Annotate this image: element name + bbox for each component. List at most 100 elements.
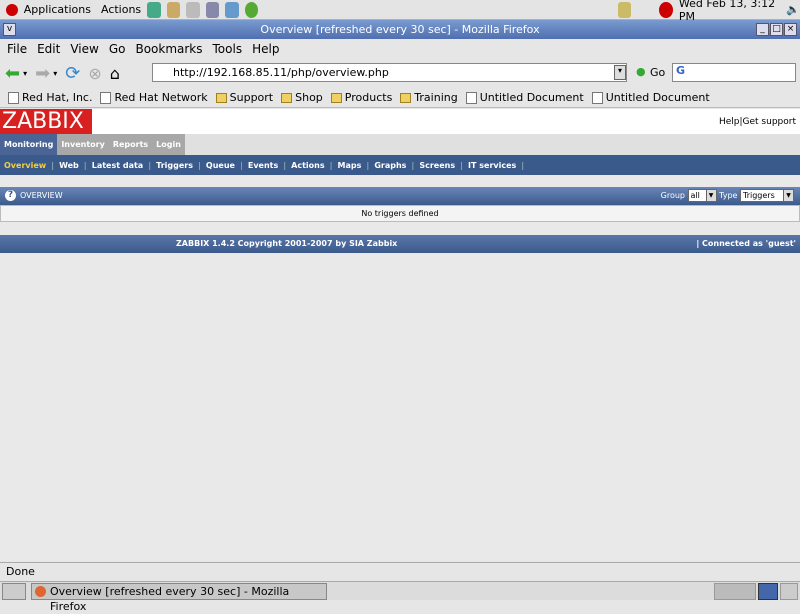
group-select[interactable]: all ▼ [687, 189, 717, 202]
workspace-1[interactable] [758, 583, 778, 600]
keys-icon [617, 1, 632, 18]
bookmark-label: Products [344, 91, 393, 104]
maximize-button[interactable]: □ [770, 23, 783, 36]
close-button[interactable]: × [784, 23, 797, 36]
type-select[interactable]: Triggers ▼ [740, 189, 794, 202]
overview-header: ? OVERVIEW Group all ▼ Type Triggers ▼ [0, 187, 800, 205]
minimize-button[interactable]: _ [756, 23, 769, 36]
subnav-graphs[interactable]: Graphs [374, 161, 406, 170]
stop-icon[interactable]: ⊗ [88, 64, 101, 83]
bookmark-untitled-2[interactable]: Untitled Document [591, 91, 710, 104]
footer: ZABBIX 1.4.2 Copyright 2001-2007 by SIA … [0, 235, 800, 253]
tab-login[interactable]: Login [152, 134, 185, 155]
bookmark-red-hat-network[interactable]: Red Hat Network [100, 91, 208, 104]
subnav-it-services[interactable]: IT services [468, 161, 516, 170]
show-desktop-button[interactable] [2, 583, 26, 600]
bookmark-label: Shop [295, 91, 323, 104]
search-input[interactable]: G [672, 63, 796, 82]
menu-help[interactable]: Help [252, 42, 279, 56]
reload-icon[interactable]: ⟳ [65, 63, 80, 84]
update-icon[interactable] [244, 1, 258, 18]
type-label: Type [719, 191, 738, 200]
group-label: Group [660, 191, 685, 200]
subnav-latest-data[interactable]: Latest data [92, 161, 143, 170]
page-content: ZABBIX Help|Get support Monitoring Inven… [0, 109, 800, 561]
navigation-toolbar: ⬅ ▾ ➡ ▾ ⟳ ⊗ ⌂ http://192.168.85.11/php/o… [0, 59, 800, 87]
go-button[interactable]: Go [650, 66, 665, 79]
zabbix-logo[interactable]: ZABBIX [0, 109, 92, 134]
subnav-triggers[interactable]: Triggers [156, 161, 193, 170]
menu-edit[interactable]: Edit [37, 42, 60, 56]
chevron-down-icon: ▼ [705, 190, 716, 201]
tab-inventory[interactable]: Inventory [57, 134, 109, 155]
subnav-queue[interactable]: Queue [206, 161, 235, 170]
window-menu-button[interactable]: v [3, 23, 16, 36]
group-value: all [690, 191, 700, 200]
bookmark-label: Red Hat, Inc. [22, 91, 93, 104]
actions-menu[interactable]: Actions [101, 3, 141, 16]
writer-launcher-icon[interactable] [186, 1, 200, 18]
sub-navigation: Overview | Web | Latest data | Triggers | Queue |… [0, 155, 800, 175]
bookmark-folder-products[interactable]: Products [330, 91, 393, 104]
subnav-separator: | [329, 160, 333, 170]
calc-launcher-icon[interactable] [225, 1, 239, 18]
task-label: Overview [refreshed every 30 sec] - Mozi… [50, 585, 290, 613]
menubar: File Edit View Go Bookmarks Tools Help [0, 39, 800, 59]
subnav-separator: | [51, 160, 55, 170]
subnav-separator: | [460, 160, 464, 170]
bookmark-untitled-1[interactable]: Untitled Document [465, 91, 584, 104]
workspace-switcher[interactable] [714, 583, 756, 600]
bookmark-folder-support[interactable]: Support [215, 91, 273, 104]
menu-bookmarks[interactable]: Bookmarks [135, 42, 202, 56]
copyright: ZABBIX 1.4.2 Copyright 2001-2007 by SIA … [176, 239, 398, 248]
impress-launcher-icon[interactable] [205, 1, 220, 18]
bookmark-label: Training [414, 91, 458, 104]
bookmark-label: Untitled Document [605, 91, 710, 104]
forward-dropdown-icon[interactable]: ▾ [53, 69, 57, 78]
bookmark-red-hat[interactable]: Red Hat, Inc. [8, 91, 92, 104]
taskbar: Overview [refreshed every 30 sec] - Mozi… [0, 581, 800, 613]
subnav-events[interactable]: Events [248, 161, 278, 170]
home-icon[interactable]: ⌂ [110, 64, 120, 83]
menu-tools[interactable]: Tools [213, 42, 243, 56]
google-icon: G [676, 64, 686, 77]
url-dropdown-icon[interactable]: ▾ [614, 65, 626, 80]
subnav-maps[interactable]: Maps [338, 161, 362, 170]
back-dropdown-icon[interactable]: ▾ [23, 69, 27, 78]
applications-menu[interactable]: Applications [24, 3, 91, 16]
bookmark-folder-training[interactable]: Training [400, 91, 458, 104]
browser-launcher-icon[interactable] [147, 1, 161, 18]
go-icon[interactable]: ● [636, 65, 646, 78]
bookmark-folder-shop[interactable]: Shop [281, 91, 323, 104]
url-input[interactable]: http://192.168.85.11/php/overview.php [152, 63, 627, 82]
chevron-down-icon: ▼ [783, 190, 793, 201]
menu-go[interactable]: Go [109, 42, 126, 56]
menu-file[interactable]: File [7, 42, 27, 56]
status-bar: Done [0, 562, 800, 581]
workspace-2[interactable] [780, 583, 798, 600]
subnav-web[interactable]: Web [59, 161, 79, 170]
alert-icon[interactable] [659, 1, 673, 18]
mail-launcher-icon[interactable] [166, 1, 181, 18]
window-titlebar[interactable]: v Overview [refreshed every 30 sec] - Mo… [0, 20, 800, 39]
help-icon[interactable]: ? [5, 190, 16, 201]
tab-reports[interactable]: Reports [108, 134, 153, 155]
subnav-screens[interactable]: Screens [419, 161, 455, 170]
subnav-actions[interactable]: Actions [291, 161, 324, 170]
taskbar-firefox-window[interactable]: Overview [refreshed every 30 sec] - Mozi… [31, 583, 327, 613]
bookmark-label: Red Hat Network [114, 91, 208, 104]
firefox-icon [35, 586, 46, 597]
subnav-overview[interactable]: Overview [4, 161, 46, 170]
help-link[interactable]: Help|Get support [719, 117, 796, 127]
subnav-separator: | [83, 160, 87, 170]
window-title: Overview [refreshed every 30 sec] - Mozi… [260, 23, 540, 36]
overview-title: OVERVIEW [20, 191, 63, 200]
forward-icon[interactable]: ➡ [35, 63, 50, 84]
back-icon[interactable]: ⬅ [5, 63, 20, 84]
volume-icon[interactable]: 🔈 [786, 3, 800, 16]
menu-view[interactable]: View [70, 42, 98, 56]
redhat-icon [6, 3, 18, 16]
subnav-separator: | [239, 160, 243, 170]
subnav-separator: | [521, 160, 525, 170]
tab-monitoring[interactable]: Monitoring [0, 134, 58, 155]
